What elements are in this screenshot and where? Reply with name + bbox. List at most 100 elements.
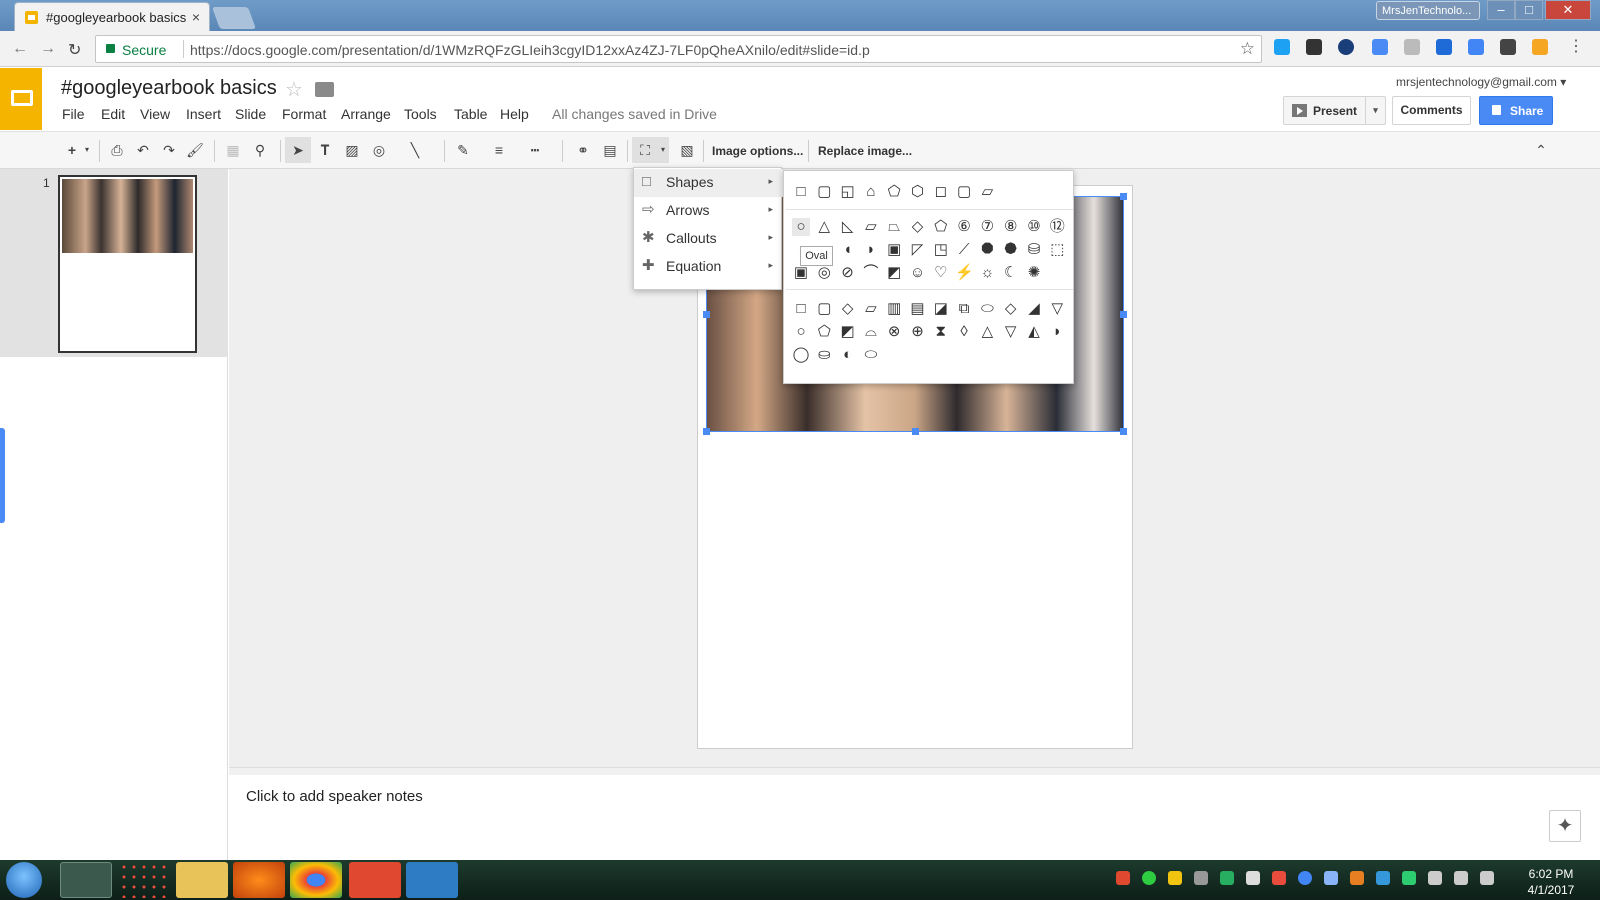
k-extension-icon[interactable] (1500, 39, 1516, 55)
shape-option-icon[interactable]: ◊ (955, 323, 973, 341)
tray-icon[interactable] (1402, 871, 1416, 885)
menu-edit[interactable]: Edit (101, 106, 125, 122)
shape-option-icon[interactable]: ♡ (932, 264, 950, 282)
menu-table[interactable]: Table (454, 106, 487, 122)
resize-handle[interactable] (912, 428, 919, 435)
shape-option-icon[interactable]: ✺ (1025, 264, 1043, 282)
shape-option-icon[interactable]: ⬠ (885, 183, 903, 201)
border-color-icon[interactable]: ✎ (450, 137, 476, 163)
shape-option-icon[interactable]: ▽ (1002, 323, 1020, 341)
star-icon[interactable]: ☆ (285, 77, 303, 102)
shape-option-icon[interactable]: ◯ (792, 346, 810, 364)
collapse-toolbar-icon[interactable]: ⌃ (1528, 137, 1554, 163)
shape-option-icon[interactable]: ◩ (885, 264, 903, 282)
film-extension-icon[interactable] (1306, 39, 1322, 55)
tab-close-icon[interactable]: × (192, 9, 200, 25)
shape-option-icon[interactable]: ⧉ (955, 300, 973, 318)
shape-option-icon[interactable]: ◻ (932, 183, 950, 201)
translate-extension-icon[interactable] (1468, 39, 1484, 55)
twitter-extension-icon[interactable] (1274, 39, 1290, 55)
text-box-icon[interactable]: 𝐓 (312, 137, 338, 163)
chat-tray-icon[interactable] (1142, 871, 1156, 885)
shape-option-icon[interactable]: □ (792, 300, 810, 318)
shape-option-icon[interactable]: ▱ (978, 183, 996, 201)
url-input[interactable]: Secure https://docs.google.com/presentat… (95, 35, 1262, 63)
mask-menu-item-shapes[interactable]: □ Shapes ▸ (634, 169, 783, 197)
notes-resize-bar[interactable] (229, 767, 1600, 775)
replace-image-button[interactable]: Replace image... (812, 138, 918, 164)
browser-tab[interactable]: #googleyearbook basics × (14, 2, 210, 31)
tray-icon[interactable] (1350, 871, 1364, 885)
shape-option-icon[interactable]: ▱ (862, 218, 880, 236)
tray-icon[interactable] (1376, 871, 1390, 885)
shape-option-icon[interactable]: ◇ (839, 300, 857, 318)
fit-icon[interactable]: ▦ (220, 137, 246, 163)
shape-option-icon[interactable]: ⬠ (932, 218, 950, 236)
close-window-button[interactable]: ✕ (1545, 0, 1591, 20)
shape-option-icon[interactable]: ◗ (1048, 323, 1066, 341)
shape-option-icon[interactable]: ⊗ (885, 323, 903, 341)
shape-option-icon[interactable]: ◇ (909, 218, 927, 236)
resize-handle[interactable] (1120, 311, 1127, 318)
image-options-button[interactable]: Image options... (706, 138, 809, 164)
shape-option-icon[interactable]: ⑦ (978, 218, 996, 236)
tray-icon[interactable] (1168, 871, 1182, 885)
shape-option-icon[interactable]: ⛀ (815, 346, 833, 364)
shape-option-icon[interactable]: ◐ (839, 346, 857, 364)
account-email[interactable]: mrsjentechnology@gmail.com ▾ (1396, 75, 1566, 89)
explore-icon[interactable]: ✦ (1549, 810, 1581, 842)
resize-handle[interactable] (703, 428, 710, 435)
tray-icon[interactable] (1194, 871, 1208, 885)
shape-option-icon[interactable]: ▢ (955, 183, 973, 201)
resize-handle[interactable] (703, 311, 710, 318)
browser-user-badge[interactable]: MrsJenTechnolo... (1376, 1, 1480, 20)
shape-option-icon[interactable]: ☺ (909, 264, 927, 282)
slides-logo-icon[interactable] (0, 68, 42, 130)
shape-option-icon[interactable]: ⌂ (862, 183, 880, 201)
bookmark-star-icon[interactable]: ☆ (1240, 39, 1255, 59)
forward-icon[interactable]: → (40, 40, 56, 58)
resize-handle[interactable] (1120, 193, 1127, 200)
menu-help[interactable]: Help (500, 106, 529, 122)
apps-taskbar-icon[interactable] (119, 862, 171, 898)
document-title[interactable]: #googleyearbook basics (61, 77, 277, 100)
menu-slide[interactable]: Slide (235, 106, 266, 122)
chrome2-taskbar-icon[interactable] (290, 862, 342, 898)
side-panel-handle[interactable] (0, 428, 5, 523)
shape-option-icon[interactable]: □ (792, 183, 810, 201)
shape-option-icon[interactable]: ▢ (815, 300, 833, 318)
shape-option-icon[interactable]: ⬭ (862, 346, 880, 364)
shape-option-icon[interactable]: △ (978, 323, 996, 341)
shape-option-icon[interactable]: ◺ (839, 218, 857, 236)
crop-icon[interactable]: ⛶ (632, 137, 658, 163)
calendar-extension-icon[interactable] (1404, 39, 1420, 55)
shape-option-icon[interactable]: ⊕ (909, 323, 927, 341)
shape-option-icon[interactable]: ◱ (839, 183, 857, 201)
menu-arrange[interactable]: Arrange (341, 106, 391, 122)
network-icon[interactable] (1480, 871, 1494, 885)
shape-option-icon[interactable]: ▱ (862, 300, 880, 318)
shape-option-icon[interactable]: ⑩ (1025, 218, 1043, 236)
comment-icon[interactable]: ▤ (597, 137, 623, 163)
image-icon[interactable]: ▨ (339, 137, 365, 163)
oval-shape-icon[interactable]: ○ (792, 218, 810, 236)
shape-option-icon[interactable]: ▣ (792, 264, 810, 282)
shape-icon[interactable]: ◎ (366, 137, 392, 163)
shape-option-icon[interactable]: ◖ (839, 241, 857, 259)
mask-dropdown-icon[interactable]: ▾ (657, 137, 669, 163)
menu-format[interactable]: Format (282, 106, 326, 122)
shape-option-icon[interactable]: ⬭ (978, 300, 996, 318)
shape-option-icon[interactable]: ▢ (815, 183, 833, 201)
tray-icon[interactable] (1298, 871, 1312, 885)
shape-option-icon[interactable]: ⑫ (1048, 218, 1066, 236)
speaker-notes[interactable]: Click to add speaker notes (229, 775, 1600, 860)
chrome-menu-icon[interactable]: ⋮ (1568, 39, 1584, 55)
reset-image-icon[interactable]: ▧ (674, 137, 700, 163)
shape-option-icon[interactable]: ⑧ (1002, 218, 1020, 236)
taskbar-clock[interactable]: 6:02 PM 4/1/2017 (1516, 866, 1586, 898)
bluetooth-icon[interactable] (1324, 871, 1338, 885)
shape-option-icon[interactable]: ▥ (885, 300, 903, 318)
menu-file[interactable]: File (62, 106, 85, 122)
line-icon[interactable]: ╲ (402, 137, 428, 163)
shape-option-icon[interactable]: ☾ (1002, 264, 1020, 282)
